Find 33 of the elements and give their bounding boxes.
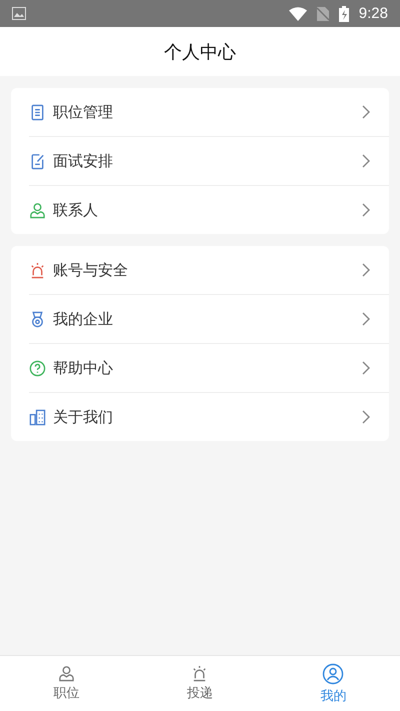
chevron-icon xyxy=(361,105,371,119)
menu-item[interactable]: 职位管理 xyxy=(53,102,354,122)
menu-item[interactable]: 联系人 xyxy=(53,200,354,220)
menu-item[interactable]: 面试安排 xyxy=(53,152,354,170)
chevron-icon xyxy=(361,361,371,375)
menu-item[interactable]: 我的企业 xyxy=(53,310,354,328)
menu-item[interactable]: 关于我们 xyxy=(53,408,354,426)
building-icon xyxy=(29,408,46,426)
person-icon xyxy=(58,665,76,682)
chevron-icon xyxy=(361,203,371,217)
no-sim-icon xyxy=(316,6,329,20)
page-title: 个人中心 xyxy=(164,40,236,64)
wifi-icon xyxy=(288,6,307,20)
battery-icon xyxy=(338,6,349,22)
help-icon xyxy=(29,360,46,376)
chevron-icon xyxy=(361,154,371,168)
nav-tab[interactable]: 职位 xyxy=(0,656,134,711)
image-icon xyxy=(12,7,26,20)
person-icon xyxy=(29,202,46,218)
document-icon xyxy=(29,104,46,120)
medal-icon xyxy=(29,310,46,328)
menu-item[interactable]: 帮助中心 xyxy=(53,358,354,378)
edit-icon xyxy=(29,152,46,170)
chevron-icon xyxy=(361,410,371,424)
alarm-icon xyxy=(191,665,208,682)
nav-tab[interactable]: 投递 xyxy=(133,656,267,711)
chevron-icon xyxy=(361,312,371,326)
profile-icon xyxy=(322,662,344,684)
chevron-icon xyxy=(361,263,371,277)
alarm-icon xyxy=(29,262,46,278)
nav-tab[interactable]: 我的 xyxy=(266,656,400,711)
menu-item[interactable]: 账号与安全 xyxy=(53,260,354,280)
status-time: 9:28 xyxy=(358,5,388,22)
